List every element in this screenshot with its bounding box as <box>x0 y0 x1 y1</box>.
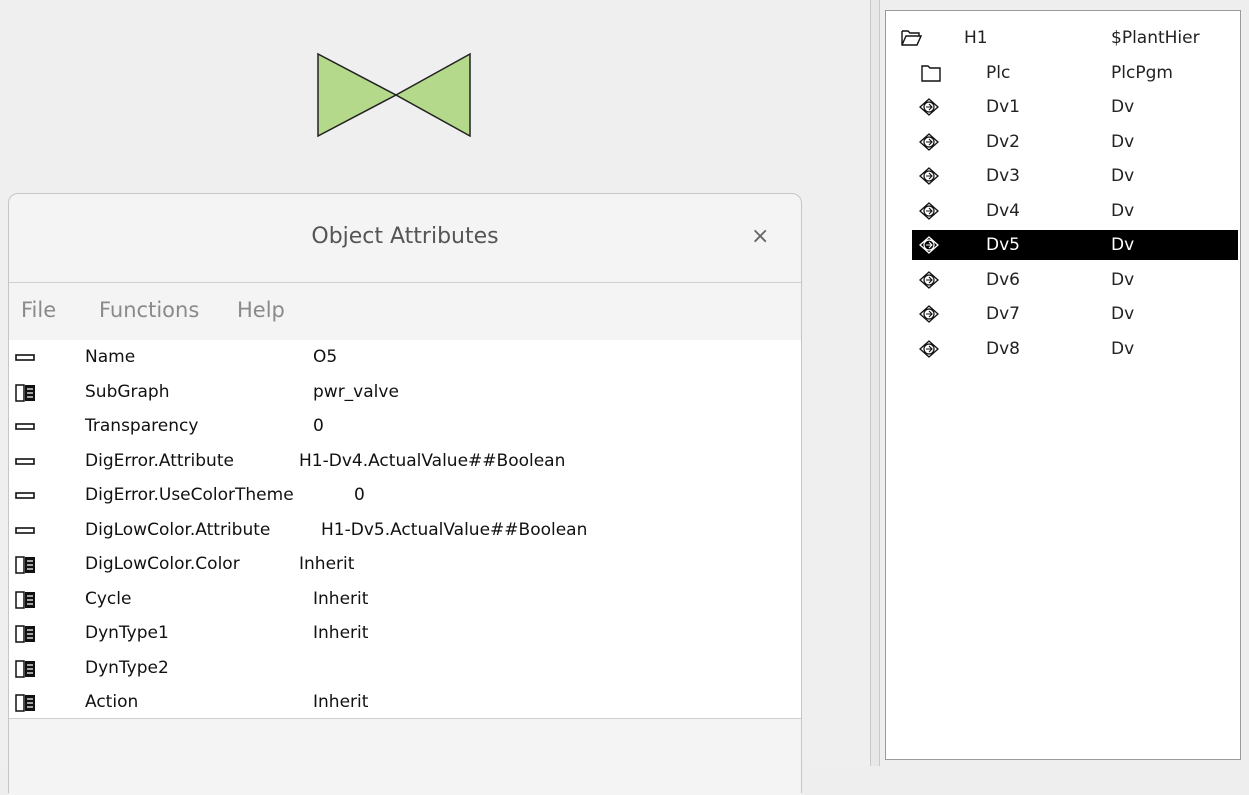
attribute-row-cycle[interactable]: Cycle Inherit <box>9 582 801 616</box>
attribute-list: Name O5 SubGraph pwr_valve Transparency 0 DigE… <box>9 340 801 718</box>
tree-object-class: Dv <box>1111 200 1135 221</box>
attribute-row-digerror-usecolortheme[interactable]: DigError.UseColorTheme 0 <box>9 478 801 512</box>
tree-object-class: Dv <box>1111 131 1135 152</box>
tree-object-name: Dv1 <box>986 97 1020 117</box>
object-tree: H1 $PlantHier Plc PlcPgm Dv1 Dv Dv2 Dv Dv3 Dv Dv4 D… <box>885 10 1241 760</box>
attribute-icon <box>15 417 37 437</box>
tree-object-class: Dv <box>1111 97 1135 117</box>
menu-file[interactable]: File <box>21 298 56 322</box>
attribute-value[interactable]: pwr_valve <box>313 381 399 403</box>
leaf-object-icon <box>918 96 940 118</box>
leaf-object-icon <box>918 200 940 222</box>
tree-object-class: Dv <box>1111 269 1135 290</box>
attribute-name: Transparency <box>85 416 199 436</box>
tree-row-dv4[interactable]: Dv4 Dv <box>886 196 1240 226</box>
object-icon <box>15 555 37 575</box>
tree-object-name: Dv4 <box>986 200 1020 221</box>
attribute-value[interactable]: 0 <box>313 415 324 437</box>
tree-row-dv7[interactable]: Dv7 Dv <box>886 299 1240 329</box>
open-folder-icon <box>900 27 923 49</box>
tree-object-class: Dv <box>1111 235 1135 255</box>
folder-icon <box>920 62 942 84</box>
tree-row-dv6[interactable]: Dv6 Dv <box>886 265 1240 295</box>
attribute-value[interactable]: O5 <box>313 346 337 368</box>
attribute-value[interactable]: Inherit <box>299 553 354 575</box>
tree-object-name: Plc <box>986 62 1011 83</box>
object-icon <box>15 659 37 679</box>
leaf-object-icon <box>918 234 940 256</box>
attribute-name: Cycle <box>85 588 132 609</box>
object-icon <box>15 383 37 403</box>
tree-object-name: Dv3 <box>986 166 1020 186</box>
attribute-row-dyntype1[interactable]: DynType1 Inherit <box>9 616 801 650</box>
leaf-object-icon <box>918 165 940 187</box>
attribute-name: DigError.UseColorTheme <box>85 485 294 505</box>
pane-divider[interactable] <box>870 0 880 766</box>
dialog-title: Object Attributes <box>311 224 499 249</box>
tree-object-name: H1 <box>964 28 988 48</box>
valve-right-triangle <box>394 52 471 138</box>
dialog-titlebar[interactable]: Object Attributes × <box>9 194 801 283</box>
tree-row-dv3[interactable]: Dv3 Dv <box>886 161 1240 191</box>
attribute-row-dyntype2[interactable]: DynType2 <box>9 651 801 685</box>
leaf-object-icon <box>918 131 940 153</box>
attribute-row-digerror-attribute[interactable]: DigError.Attribute H1-Dv4.ActualValue##Bo… <box>9 444 801 478</box>
tree-object-class: Dv <box>1111 166 1135 186</box>
attribute-value[interactable]: Inherit <box>313 588 368 610</box>
menu-bar: File Functions Help <box>9 282 801 341</box>
leaf-object-icon <box>918 303 940 325</box>
attribute-icon <box>15 486 37 506</box>
tree-row-dv8[interactable]: Dv8 Dv <box>886 334 1240 364</box>
tree-object-class: PlcPgm <box>1111 62 1173 83</box>
attribute-name: DynType1 <box>85 623 169 643</box>
leaf-object-icon <box>918 269 940 291</box>
close-button[interactable]: × <box>751 224 769 249</box>
attribute-row-subgraph[interactable]: SubGraph pwr_valve <box>9 375 801 409</box>
menu-functions[interactable]: Functions <box>99 298 199 322</box>
object-icon <box>15 693 37 713</box>
attribute-value[interactable]: Inherit <box>313 622 368 644</box>
attribute-value[interactable]: Inherit <box>313 691 368 713</box>
attribute-value[interactable]: H1-Dv5.ActualValue##Boolean <box>321 519 587 541</box>
tree-row-dv5[interactable]: Dv5 Dv <box>912 230 1238 260</box>
attribute-name: Name <box>85 347 136 367</box>
valve-symbol[interactable] <box>316 52 474 140</box>
object-icon <box>15 624 37 644</box>
attribute-name: DigError.Attribute <box>85 450 234 471</box>
attribute-row-action[interactable]: Action Inherit <box>9 685 801 719</box>
attribute-icon <box>15 452 37 472</box>
tree-row-plc[interactable]: Plc PlcPgm <box>886 58 1240 88</box>
attribute-row-diglowcolor-attribute[interactable]: DigLowColor.Attribute H1-Dv5.ActualValue#… <box>9 513 801 547</box>
tree-object-class: Dv <box>1111 304 1135 324</box>
tree-object-name: Dv7 <box>986 304 1020 324</box>
object-icon <box>15 590 37 610</box>
attribute-name: DigLowColor.Color <box>85 554 240 574</box>
menu-help[interactable]: Help <box>237 298 285 322</box>
tree-row-h1[interactable]: H1 $PlantHier <box>886 23 1240 53</box>
attribute-name: DynType2 <box>85 657 169 678</box>
valve-left-triangle <box>317 52 398 138</box>
tree-object-name: Dv2 <box>986 131 1020 152</box>
status-bar <box>9 718 801 795</box>
attribute-row-diglowcolor-color[interactable]: DigLowColor.Color Inherit <box>9 547 801 581</box>
attribute-icon <box>15 521 37 541</box>
attribute-name: DigLowColor.Attribute <box>85 519 271 540</box>
tree-object-name: Dv5 <box>986 235 1020 255</box>
attribute-name: Action <box>85 692 139 712</box>
attribute-row-transparency[interactable]: Transparency 0 <box>9 409 801 443</box>
tree-object-class: Dv <box>1111 338 1135 359</box>
attribute-row-name[interactable]: Name O5 <box>9 340 801 374</box>
attribute-value[interactable]: H1-Dv4.ActualValue##Boolean <box>299 450 565 472</box>
object-attributes-dialog: Object Attributes × File Functions Help … <box>8 193 802 795</box>
leaf-object-icon <box>918 338 940 360</box>
tree-object-class: $PlantHier <box>1111 28 1200 48</box>
tree-object-name: Dv8 <box>986 338 1020 359</box>
tree-object-name: Dv6 <box>986 269 1020 290</box>
tree-row-dv2[interactable]: Dv2 Dv <box>886 127 1240 157</box>
attribute-value[interactable]: 0 <box>354 484 365 506</box>
attribute-icon <box>15 348 37 368</box>
attribute-name: SubGraph <box>85 381 170 402</box>
tree-row-dv1[interactable]: Dv1 Dv <box>886 92 1240 122</box>
